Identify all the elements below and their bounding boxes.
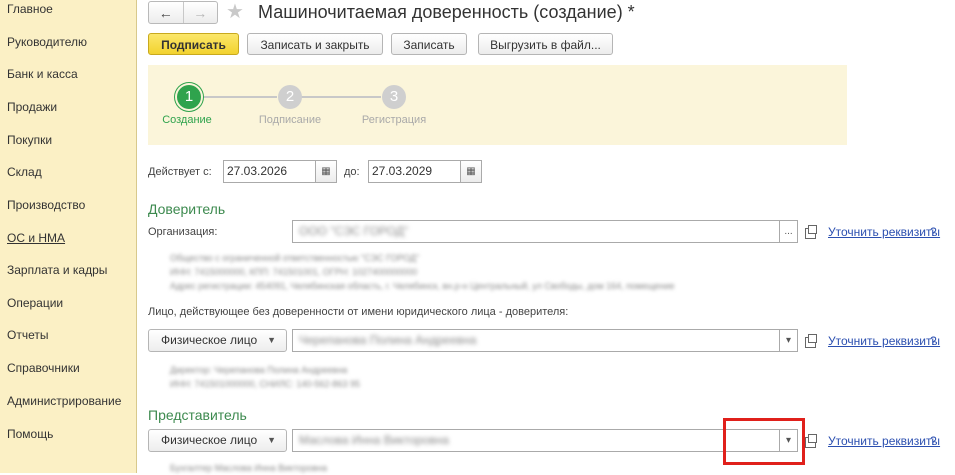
principal-heading: Доверитель <box>148 201 226 217</box>
principal-person-type-value: Физическое лицо <box>161 333 258 347</box>
representative-heading: Представитель <box>148 407 247 423</box>
organization-label: Организация: <box>148 226 218 238</box>
open-icon[interactable] <box>805 434 817 448</box>
help-icon[interactable]: ? <box>930 225 937 239</box>
step-3-circle: 3 <box>382 85 406 109</box>
sidebar-item-directories[interactable]: Справочники <box>7 361 80 375</box>
step-connector <box>193 96 277 98</box>
save-and-close-button[interactable]: Записать и закрыть <box>247 33 383 55</box>
help-icon[interactable]: ? <box>930 434 937 448</box>
step-2-label: Подписание <box>258 114 322 126</box>
sidebar-item-payroll[interactable]: Зарплата и кадры <box>7 263 107 277</box>
sidebar-item-fixed-assets[interactable]: ОС и НМА <box>7 231 65 245</box>
sidebar-item-sales[interactable]: Продажи <box>7 100 57 114</box>
principal-person-field[interactable]: Черепанова Полина Андреевна <box>292 329 780 352</box>
help-icon[interactable]: ? <box>930 334 937 348</box>
sidebar-item-purchases[interactable]: Покупки <box>7 133 52 147</box>
calendar-icon[interactable]: ▦ <box>460 160 482 183</box>
sidebar-item-operations[interactable]: Операции <box>7 296 63 310</box>
step-3-label: Регистрация <box>361 114 427 126</box>
organization-field[interactable]: ООО "СЭС ГОРОД" <box>292 220 780 243</box>
refine-details-link[interactable]: Уточнить реквизиты <box>828 225 940 239</box>
refine-details-link[interactable]: Уточнить реквизиты <box>828 334 940 348</box>
sidebar-item-help[interactable]: Помощь <box>7 427 53 441</box>
navigation-buttons: ← → <box>148 1 218 24</box>
export-to-file-button[interactable]: Выгрузить в файл... <box>478 33 613 55</box>
sidebar-item-manager[interactable]: Руководителю <box>7 35 87 49</box>
steps-panel: 1 2 3 Создание Подписание Регистрация <box>148 65 847 145</box>
open-icon[interactable] <box>805 225 817 239</box>
organization-details-line: Адрес регистрации: 454091, Челябинская о… <box>170 281 675 291</box>
favorite-star-icon[interactable]: ★ <box>226 0 244 24</box>
principal-person-details-line: ИНН: 741501000000, СНИЛС: 140-562-863 95 <box>170 379 360 389</box>
sidebar-item-bank[interactable]: Банк и касса <box>7 67 78 81</box>
page-title: Машиночитаемая доверенность (создание) * <box>258 2 635 22</box>
dropdown-button[interactable]: ▾ <box>779 329 798 352</box>
refine-details-link[interactable]: Уточнить реквизиты <box>828 434 940 448</box>
valid-to-field[interactable]: 27.03.2029 <box>368 160 461 183</box>
valid-to-label: до: <box>344 166 360 178</box>
sidebar-item-production[interactable]: Производство <box>7 198 85 212</box>
organization-details-line: ИНН: 7415000000, КПП: 741501001, ОГРН: 1… <box>170 267 418 277</box>
principal-person-details-line: Директор: Черепанова Полина Андреевна <box>170 365 348 375</box>
save-button[interactable]: Записать <box>391 33 467 55</box>
select-button[interactable]: ... <box>779 220 798 243</box>
dropdown-arrow-icon: ▼ <box>267 335 276 345</box>
representative-type-select[interactable]: Физическое лицо ▼ <box>148 429 287 452</box>
dropdown-arrow-icon: ▼ <box>267 435 276 445</box>
step-1-circle: 1 <box>177 85 201 109</box>
sidebar: Главное Руководителю Банк и касса Продаж… <box>0 0 137 473</box>
sidebar-item-reports[interactable]: Отчеты <box>7 328 48 342</box>
back-button[interactable]: ← <box>149 2 184 23</box>
principal-person-type-select[interactable]: Физическое лицо ▼ <box>148 329 287 352</box>
principal-person-label: Лицо, действующее без доверенности от им… <box>148 306 569 318</box>
valid-from-label: Действует с: <box>148 166 212 178</box>
step-connector <box>300 96 381 98</box>
valid-from-field[interactable]: 27.03.2026 <box>223 160 316 183</box>
open-icon[interactable] <box>805 334 817 348</box>
sign-button[interactable]: Подписать <box>148 33 239 55</box>
forward-button[interactable]: → <box>184 2 218 23</box>
sidebar-item-main[interactable]: Главное <box>7 2 53 16</box>
step-2-circle: 2 <box>278 85 302 109</box>
representative-type-value: Физическое лицо <box>161 433 258 447</box>
step-1-label: Создание <box>162 114 212 126</box>
sidebar-item-administration[interactable]: Администрирование <box>7 394 121 408</box>
representative-details-line: Бухгалтер Маслова Инна Викторовна <box>170 463 328 473</box>
organization-details-line: Общество с ограниченной ответственностью… <box>170 253 420 263</box>
calendar-icon[interactable]: ▦ <box>315 160 337 183</box>
annotation-highlight-box <box>723 418 805 465</box>
sidebar-item-warehouse[interactable]: Склад <box>7 165 42 179</box>
representative-person-field[interactable]: Маслова Инна Викторовна <box>292 429 780 452</box>
